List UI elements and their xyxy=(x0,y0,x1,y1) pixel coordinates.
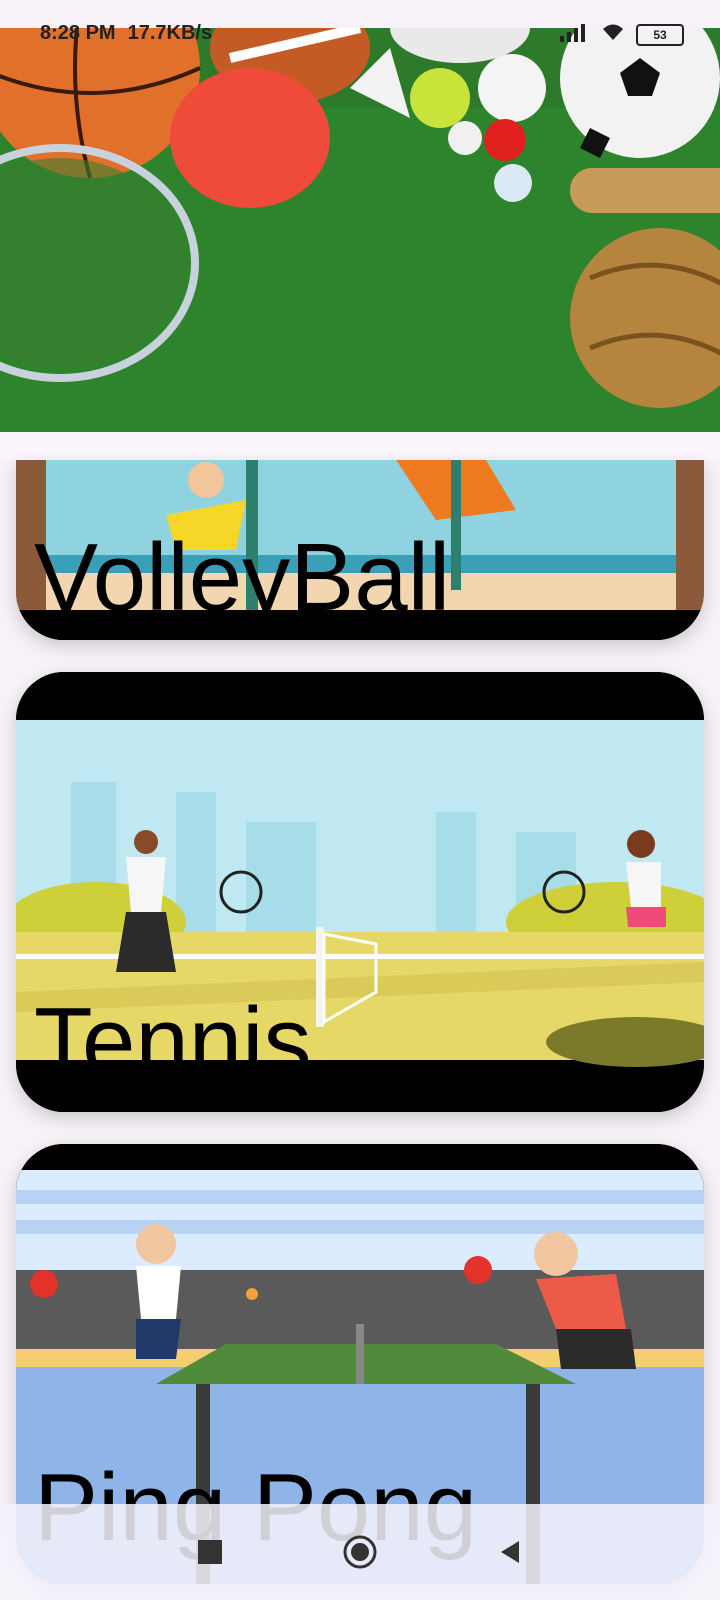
signal-icon xyxy=(560,22,590,48)
square-recents-icon[interactable] xyxy=(190,1532,230,1572)
wifi-icon xyxy=(600,22,626,48)
hero-gap xyxy=(0,432,720,460)
status-bar: 8:28 PM 17.7KB/s 53 xyxy=(0,0,720,60)
sport-title-volleyball: VolleyBall xyxy=(34,524,451,631)
circle-home-icon[interactable] xyxy=(340,1532,380,1572)
sport-title-tennis: Tennis xyxy=(34,988,312,1095)
status-net-speed: 17.7KB/s xyxy=(127,22,213,44)
status-time: 8:28 PM xyxy=(40,22,116,44)
system-navigation-bar xyxy=(0,1504,720,1600)
status-left: 8:28 PM 17.7KB/s xyxy=(40,22,212,45)
sport-card-tennis[interactable]: Tennis xyxy=(16,672,704,1112)
sport-card-volleyball[interactable]: VolleyBall xyxy=(16,460,704,640)
battery-icon: 53 xyxy=(636,24,684,46)
status-right: 53 xyxy=(560,22,684,48)
triangle-back-icon[interactable] xyxy=(490,1532,530,1572)
battery-level: 53 xyxy=(653,28,667,42)
hero-sports-image xyxy=(0,28,720,432)
